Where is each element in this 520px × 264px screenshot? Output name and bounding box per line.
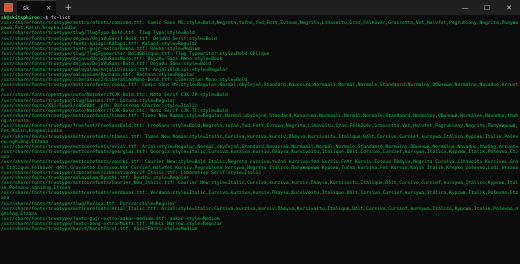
output-line: /usr/share/fonts/truetype/msttcorefonts/…: [1, 191, 519, 202]
output-line: /usr/share/fonts/truetype/msttcorefonts/…: [1, 21, 519, 32]
output-line: /usr/share/fonts/truetype/msttcorefonts/…: [1, 134, 519, 145]
minimize-icon[interactable]: —: [454, 0, 476, 15]
terminal-output[interactable]: sk@skitsphiron:~$ fc-list /usr/share/fon…: [0, 15, 520, 233]
terminal-window: sk × + — ☐ ✕ sk@skitsphiron:~$ fc-list /…: [0, 0, 520, 264]
close-icon[interactable]: ✕: [498, 0, 520, 15]
output-line: /usr/share/fonts/truetype/msttcorefonts/…: [1, 160, 519, 171]
tab-close-icon[interactable]: ×: [46, 4, 52, 12]
new-tab-icon[interactable]: +: [64, 3, 72, 13]
title-bar: sk × + — ☐ ✕: [0, 0, 520, 15]
window-controls: — ☐ ✕: [454, 0, 520, 15]
output-line: /usr/share/fonts/truetype/kacst/KacstFar…: [1, 227, 198, 233]
output-line: /usr/share/fonts/truetype/msttcorefonts/…: [1, 181, 519, 192]
tab-title: sk: [23, 4, 30, 12]
output-line: /usr/share/fonts/truetype/msttcorefonts/…: [1, 113, 519, 125]
command-output: /usr/share/fonts/truetype/msttcorefonts/…: [1, 21, 520, 232]
output-line: /usr/share/fonts/truetype/msttcorefonts/…: [1, 83, 519, 94]
terminal-app-icon: [4, 3, 13, 12]
output-line: /usr/share/fonts/truetype/msttcorefonts/…: [1, 206, 519, 217]
maximize-icon[interactable]: ☐: [476, 0, 498, 15]
terminal-tab[interactable]: sk ×: [17, 0, 57, 15]
output-line: /usr/share/fonts/truetype/msttcorefonts/…: [1, 150, 519, 161]
output-line: /usr/share/fonts/truetype/freefont/FreeS…: [1, 124, 519, 135]
